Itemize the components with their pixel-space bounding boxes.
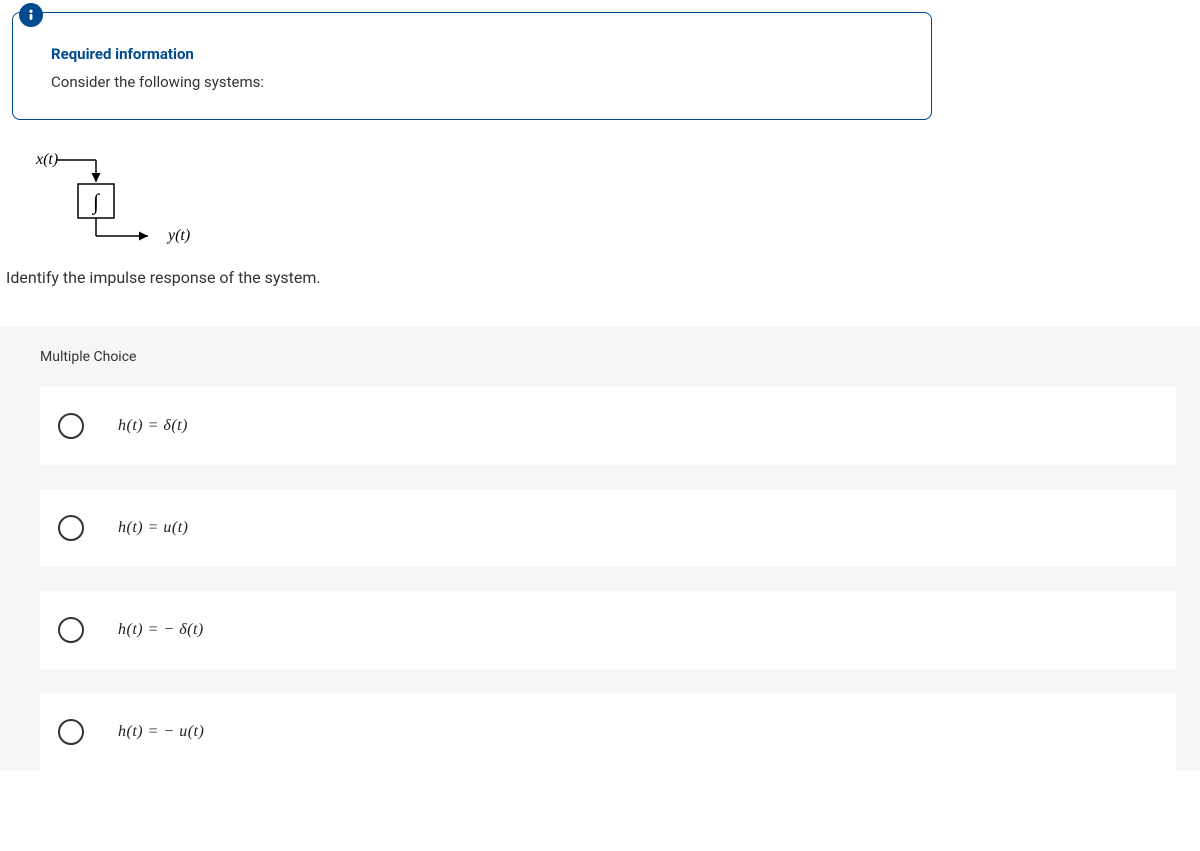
info-title: Required information bbox=[51, 45, 893, 63]
system-diagram: x(t) ∫ y(t) bbox=[18, 148, 198, 248]
choice-label: h(t) = − δ(t) bbox=[118, 621, 204, 639]
choice-option[interactable]: h(t) = − u(t) bbox=[40, 693, 1176, 771]
diagram-input-label: x(t) bbox=[35, 151, 58, 168]
info-icon bbox=[19, 3, 43, 27]
radio-icon[interactable] bbox=[58, 719, 84, 745]
choice-option[interactable]: h(t) = − δ(t) bbox=[40, 591, 1176, 669]
radio-icon[interactable] bbox=[58, 515, 84, 541]
multiple-choice-section: Multiple Choice h(t) = δ(t) h(t) = u(t) … bbox=[0, 327, 1200, 771]
choice-option[interactable]: h(t) = δ(t) bbox=[40, 387, 1176, 465]
choice-label: h(t) = u(t) bbox=[118, 519, 189, 537]
choice-label: h(t) = − u(t) bbox=[118, 723, 204, 741]
required-information-box: Required information Consider the follow… bbox=[12, 12, 932, 120]
info-text: Consider the following systems: bbox=[51, 73, 893, 91]
radio-icon[interactable] bbox=[58, 617, 84, 643]
diagram-output-label: y(t) bbox=[166, 227, 190, 244]
question-prompt: Identify the impulse response of the sys… bbox=[6, 268, 1200, 287]
multiple-choice-header: Multiple Choice bbox=[0, 327, 1200, 387]
radio-icon[interactable] bbox=[58, 413, 84, 439]
choice-option[interactable]: h(t) = u(t) bbox=[40, 489, 1176, 567]
choice-label: h(t) = δ(t) bbox=[118, 417, 188, 435]
